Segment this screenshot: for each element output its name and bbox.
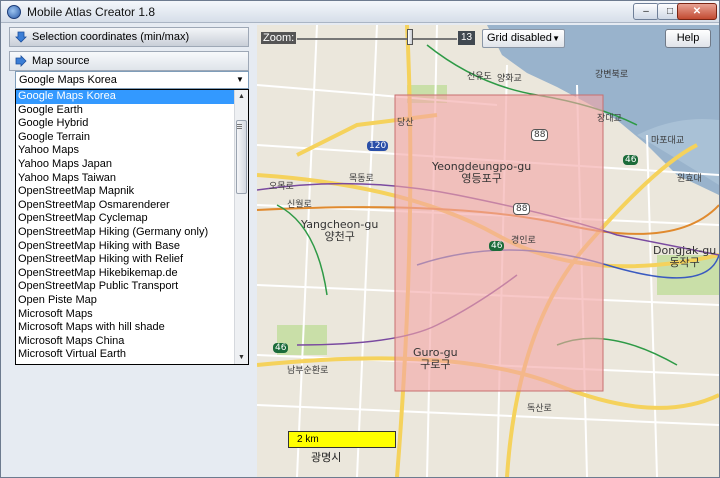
map-label-gangbyeon: 강변북로 <box>595 70 629 80</box>
map-label-mapo: 마포대교 <box>651 136 685 146</box>
scale-label: 2 km <box>297 434 319 445</box>
map-source-select[interactable]: Google Maps Korea ▼ <box>15 71 249 89</box>
zoom-label: Zoom: <box>261 32 297 44</box>
map-label-sinwolro: 신월로 <box>287 200 312 210</box>
map-source-option[interactable]: Yahoo Maps <box>16 144 234 158</box>
road-shield-46-west: 46 <box>273 343 289 353</box>
app-window: Mobile Atlas Creator 1.8 – □ ✕ Selection… <box>0 0 720 478</box>
map-label-gwangmyeong: 광명시 <box>311 451 342 464</box>
district-yeongdeungpo-ko: 영등포구 <box>461 172 502 185</box>
map-source-option[interactable]: Microsoft Maps <box>16 308 234 322</box>
map-view[interactable]: Zoom: 13 Grid disabled ▼ Help 2 km 선유도 양… <box>257 25 719 477</box>
left-panel: Selection coordinates (min/max) Map sour… <box>9 25 255 475</box>
map-source-option[interactable]: OpenStreetMap Hikebikemap.de <box>16 267 234 281</box>
grid-select-value: Grid disabled <box>487 32 552 44</box>
scroll-up-arrow-icon[interactable]: ▲ <box>235 90 248 103</box>
map-source-option[interactable]: OpenStreetMap Hiking with Base <box>16 240 234 254</box>
scrollbar-grip-icon <box>237 124 242 125</box>
map-tiles <box>257 25 719 477</box>
map-label-dangsan: 당산 <box>397 118 414 128</box>
map-source-dropdown-list[interactable]: Google Maps Korea Google Earth Google Hybr… <box>15 89 249 365</box>
chevron-down-icon[interactable]: ▼ <box>233 73 247 87</box>
road-shield-46-east: 46 <box>623 155 639 165</box>
selection-coordinates-label: Selection coordinates (min/max) <box>32 31 190 43</box>
district-yangcheon: Yangcheon-gu 양천구 <box>301 219 378 243</box>
district-yangcheon-ko: 양천구 <box>324 230 355 243</box>
map-label-yanghwa: 양화교 <box>497 74 522 84</box>
map-source-option[interactable]: Microsoft Maps China <box>16 335 234 349</box>
dropdown-scrollbar[interactable]: ▲ ▼ <box>234 90 248 364</box>
road-shield-46-center: 46 <box>489 241 505 251</box>
map-label-jangdae: 장대교 <box>597 114 622 124</box>
map-source-option[interactable]: Yahoo Maps Taiwan <box>16 172 234 186</box>
district-yeongdeungpo: Yeongdeungpo-gu 영등포구 <box>432 161 531 185</box>
map-source-option[interactable]: OpenStreetMap Mapnik <box>16 185 234 199</box>
help-button[interactable]: Help <box>665 29 711 48</box>
map-source-option[interactable]: OpenStreetMap Cyclemap <box>16 212 234 226</box>
grid-select[interactable]: Grid disabled ▼ <box>482 29 565 48</box>
map-label-wonhyo: 원효대 <box>677 174 702 184</box>
map-source-option[interactable]: OpenStreetMap Hiking (Germany only) <box>16 226 234 240</box>
title-bar[interactable]: Mobile Atlas Creator 1.8 – □ ✕ <box>1 1 719 23</box>
window-title: Mobile Atlas Creator 1.8 <box>27 5 156 19</box>
map-label-ohmokro: 오목로 <box>269 182 294 192</box>
zoom-slider-thumb[interactable] <box>407 29 413 45</box>
zoom-level-value: 13 <box>458 31 475 45</box>
map-source-option[interactable]: Google Earth <box>16 104 234 118</box>
district-guro: Guro-gu 구로구 <box>413 347 458 371</box>
collapse-right-arrow-icon <box>15 55 27 67</box>
scroll-down-arrow-icon[interactable]: ▼ <box>235 351 248 364</box>
map-source-header[interactable]: Map source <box>9 51 249 71</box>
scrollbar-thumb[interactable] <box>236 120 247 194</box>
map-source-options: Google Maps Korea Google Earth Google Hybr… <box>16 90 234 362</box>
map-source-option[interactable]: Yahoo Maps Japan <box>16 158 234 172</box>
selection-coordinates-header[interactable]: Selection coordinates (min/max) <box>9 27 249 47</box>
road-shield-88-south: 88 <box>513 203 531 215</box>
map-source-option[interactable]: Microsoft Maps with hill shade <box>16 321 234 335</box>
district-dongjak-ko: 동작구 <box>669 256 700 269</box>
map-label-nambu: 남부순환로 <box>287 366 329 376</box>
map-source-option[interactable]: OpenStreetMap Osmarenderer <box>16 199 234 213</box>
minimize-button[interactable]: – <box>633 3 659 20</box>
road-shield-120: 120 <box>367 141 389 151</box>
close-button[interactable]: ✕ <box>677 3 717 20</box>
district-guro-ko: 구로구 <box>420 358 451 371</box>
expand-down-arrow-icon <box>15 31 27 43</box>
map-source-option[interactable]: Google Maps Korea <box>16 90 234 104</box>
map-source-option[interactable]: Google Hybrid <box>16 117 234 131</box>
map-source-option[interactable]: OpenStreetMap Hiking with Relief <box>16 253 234 267</box>
chevron-down-icon: ▼ <box>552 34 560 43</box>
scale-bar: 2 km <box>288 431 396 448</box>
map-source-option[interactable]: Open Piste Map <box>16 294 234 308</box>
map-source-label: Map source <box>32 55 90 67</box>
road-shield-88-north: 88 <box>531 129 549 141</box>
zoom-slider-track[interactable] <box>297 38 457 40</box>
map-source-select-value: Google Maps Korea <box>19 74 117 86</box>
map-source-option[interactable]: Google Terrain <box>16 131 234 145</box>
app-globe-icon <box>7 5 21 19</box>
map-source-option[interactable]: OpenStreetMap Public Transport <box>16 280 234 294</box>
map-label-doksan: 독산로 <box>527 404 552 414</box>
map-source-option[interactable]: Microsoft Virtual Earth <box>16 348 234 362</box>
map-label-mokdong: 목동로 <box>349 174 374 184</box>
district-dongjak: Dongjak-gu 동작구 <box>653 245 716 269</box>
map-label-seonyudo: 선유도 <box>467 72 492 82</box>
map-label-gyeongin: 경인로 <box>511 236 536 246</box>
